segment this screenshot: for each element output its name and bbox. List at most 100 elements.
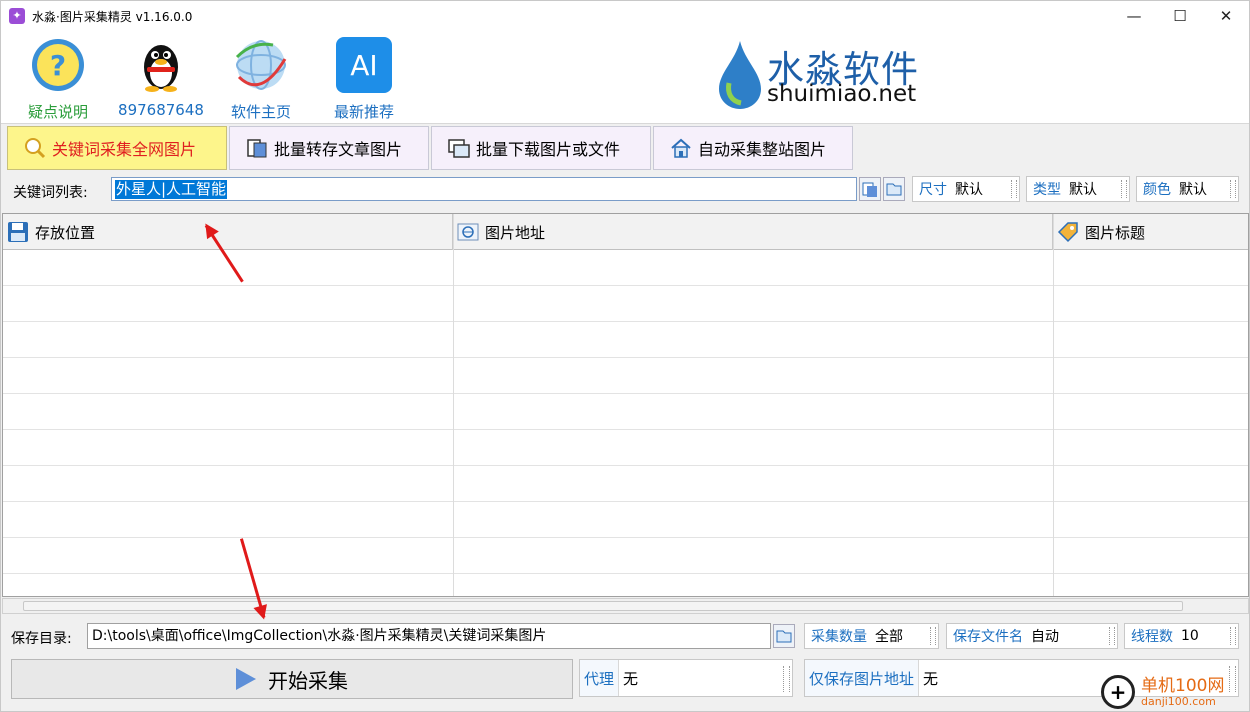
save-dir-input[interactable]: D:\tools\桌面\office\ImgCollection\水淼·图片采集… xyxy=(87,623,771,649)
scrollbar-thumb[interactable] xyxy=(23,601,1183,611)
table-row[interactable] xyxy=(3,322,1248,358)
color-filter-value: 默认 xyxy=(1179,182,1207,198)
table-row[interactable] xyxy=(3,250,1248,286)
qq-number-label: 897687648 xyxy=(118,101,204,119)
qq-button[interactable]: 897687648 xyxy=(116,35,206,121)
column-label: 图片标题 xyxy=(1085,223,1146,242)
start-collect-button[interactable]: 开始采集 xyxy=(11,659,573,699)
recommend-button[interactable]: AI 最新推荐 xyxy=(319,35,409,121)
table-row[interactable] xyxy=(3,466,1248,502)
homepage-button[interactable]: 软件主页 xyxy=(216,35,306,121)
tab-batch-download[interactable]: 批量下载图片或文件 xyxy=(431,126,651,170)
keyword-row: 关键词列表: 外星人|人工智能 尺寸 默认 类型 默认 颜色 默认 xyxy=(1,173,1249,209)
spinner-handle[interactable] xyxy=(783,666,790,692)
threads-value: 10 xyxy=(1181,628,1199,644)
tab-site-collect[interactable]: 自动采集整站图片 xyxy=(653,126,853,170)
column-header-location[interactable]: 存放位置 xyxy=(3,214,453,250)
tab-keyword-collect[interactable]: 关键词采集全网图片 xyxy=(7,126,227,170)
save-disk-icon xyxy=(7,221,29,243)
maximize-button[interactable]: ☐ xyxy=(1157,1,1203,31)
watermark-text: 单机100网 xyxy=(1141,675,1225,696)
table-row[interactable] xyxy=(3,538,1248,574)
proxy-value: 无 xyxy=(623,669,639,688)
tab-label: 批量转存文章图片 xyxy=(274,140,403,159)
filename-key: 保存文件名 xyxy=(953,629,1023,645)
title-bar: ✦ 水淼·图片采集精灵 v1.16.0.0 — ☐ ✕ xyxy=(1,1,1249,31)
table-row[interactable] xyxy=(3,286,1248,322)
keyword-open-button[interactable] xyxy=(883,177,905,201)
spinner-handle[interactable] xyxy=(930,627,936,645)
edit-list-icon xyxy=(862,182,877,197)
spinner-handle[interactable] xyxy=(1121,180,1127,198)
column-label: 存放位置 xyxy=(35,223,96,242)
column-header-title[interactable]: 图片标题 xyxy=(1053,214,1248,250)
ai-icon: AI xyxy=(336,37,392,93)
column-divider xyxy=(453,214,454,596)
type-filter-value: 默认 xyxy=(1069,182,1097,198)
brand-logo: 水淼软件 shuimiao.net xyxy=(715,39,945,111)
ai-icon-text: AI xyxy=(350,49,377,82)
close-button[interactable]: ✕ xyxy=(1203,1,1249,31)
type-filter[interactable]: 类型 默认 xyxy=(1026,176,1130,202)
site-watermark: + 单机100网 danji100.com xyxy=(1101,673,1249,711)
column-label: 图片地址 xyxy=(485,223,546,242)
table-header: 存放位置 图片地址 图片标题 xyxy=(3,214,1248,250)
color-filter[interactable]: 颜色 默认 xyxy=(1136,176,1239,202)
svg-text:?: ? xyxy=(50,49,66,82)
tab-label: 关键词采集全网图片 xyxy=(52,140,197,159)
water-drop-icon xyxy=(719,41,761,109)
tab-bar: 关键词采集全网图片 批量转存文章图片 批量下载图片或文件 自动采集整站图片 xyxy=(1,123,1249,171)
keyword-input[interactable]: 外星人|人工智能 xyxy=(111,177,857,201)
collect-count-key: 采集数量 xyxy=(811,629,867,645)
collect-count-option[interactable]: 采集数量 全部 xyxy=(804,623,939,649)
size-filter[interactable]: 尺寸 默认 xyxy=(912,176,1020,202)
help-button[interactable]: ? 疑点说明 xyxy=(13,35,103,121)
app-window: ✦ 水淼·图片采集精灵 v1.16.0.0 — ☐ ✕ ? 疑点说明 89768… xyxy=(0,0,1250,712)
results-table[interactable]: 存放位置 图片地址 图片标题 xyxy=(2,213,1249,597)
table-row[interactable] xyxy=(3,358,1248,394)
type-filter-key: 类型 xyxy=(1033,182,1061,198)
start-collect-label: 开始采集 xyxy=(268,668,348,693)
proxy-field[interactable]: 代理 无 xyxy=(579,659,793,697)
filename-value: 自动 xyxy=(1031,629,1059,645)
threads-key: 线程数 xyxy=(1131,629,1173,645)
spinner-handle[interactable] xyxy=(1109,627,1115,645)
tab-article-images[interactable]: 批量转存文章图片 xyxy=(229,126,429,170)
recommend-label: 最新推荐 xyxy=(333,103,394,121)
globe-icon xyxy=(233,37,289,93)
proxy-key: 代理 xyxy=(580,660,620,696)
folder-open-icon xyxy=(886,183,902,196)
filename-option[interactable]: 保存文件名 自动 xyxy=(946,623,1118,649)
collect-count-value: 全部 xyxy=(875,629,903,645)
window-title: 水淼·图片采集精灵 v1.16.0.0 xyxy=(32,9,193,24)
spinner-handle[interactable] xyxy=(1230,180,1236,198)
app-icon: ✦ xyxy=(9,8,25,24)
spinner-handle[interactable] xyxy=(1230,627,1236,645)
save-dir-label: 保存目录: xyxy=(11,631,72,647)
table-row[interactable] xyxy=(3,574,1248,596)
homepage-label: 软件主页 xyxy=(230,103,291,121)
table-row[interactable] xyxy=(3,502,1248,538)
save-url-only-value: 无 xyxy=(923,669,939,688)
threads-option[interactable]: 线程数 10 xyxy=(1124,623,1239,649)
help-icon: ? xyxy=(30,37,86,93)
spinner-handle[interactable] xyxy=(1011,180,1017,198)
table-row[interactable] xyxy=(3,394,1248,430)
tab-label: 批量下载图片或文件 xyxy=(476,140,621,159)
save-url-only-key: 仅保存图片地址 xyxy=(805,660,920,696)
color-filter-key: 颜色 xyxy=(1143,182,1171,198)
article-transfer-icon xyxy=(246,137,268,159)
save-dir-browse-button[interactable] xyxy=(773,624,795,648)
minimize-button[interactable]: — xyxy=(1111,1,1157,31)
watermark-logo-icon: + xyxy=(1101,675,1135,709)
keyword-edit-button[interactable] xyxy=(859,177,881,201)
size-filter-value: 默认 xyxy=(955,182,983,198)
folder-open-icon xyxy=(776,630,792,643)
home-icon xyxy=(670,137,692,159)
watermark-url: danji100.com xyxy=(1141,694,1216,708)
table-row[interactable] xyxy=(3,430,1248,466)
size-filter-key: 尺寸 xyxy=(919,182,947,198)
horizontal-scrollbar[interactable] xyxy=(2,598,1249,614)
toolbar: ? 疑点说明 897687648 软件主页 AI 最新推荐 水淼软件 shuim… xyxy=(1,31,1249,123)
column-header-address[interactable]: 图片地址 xyxy=(453,214,1053,250)
